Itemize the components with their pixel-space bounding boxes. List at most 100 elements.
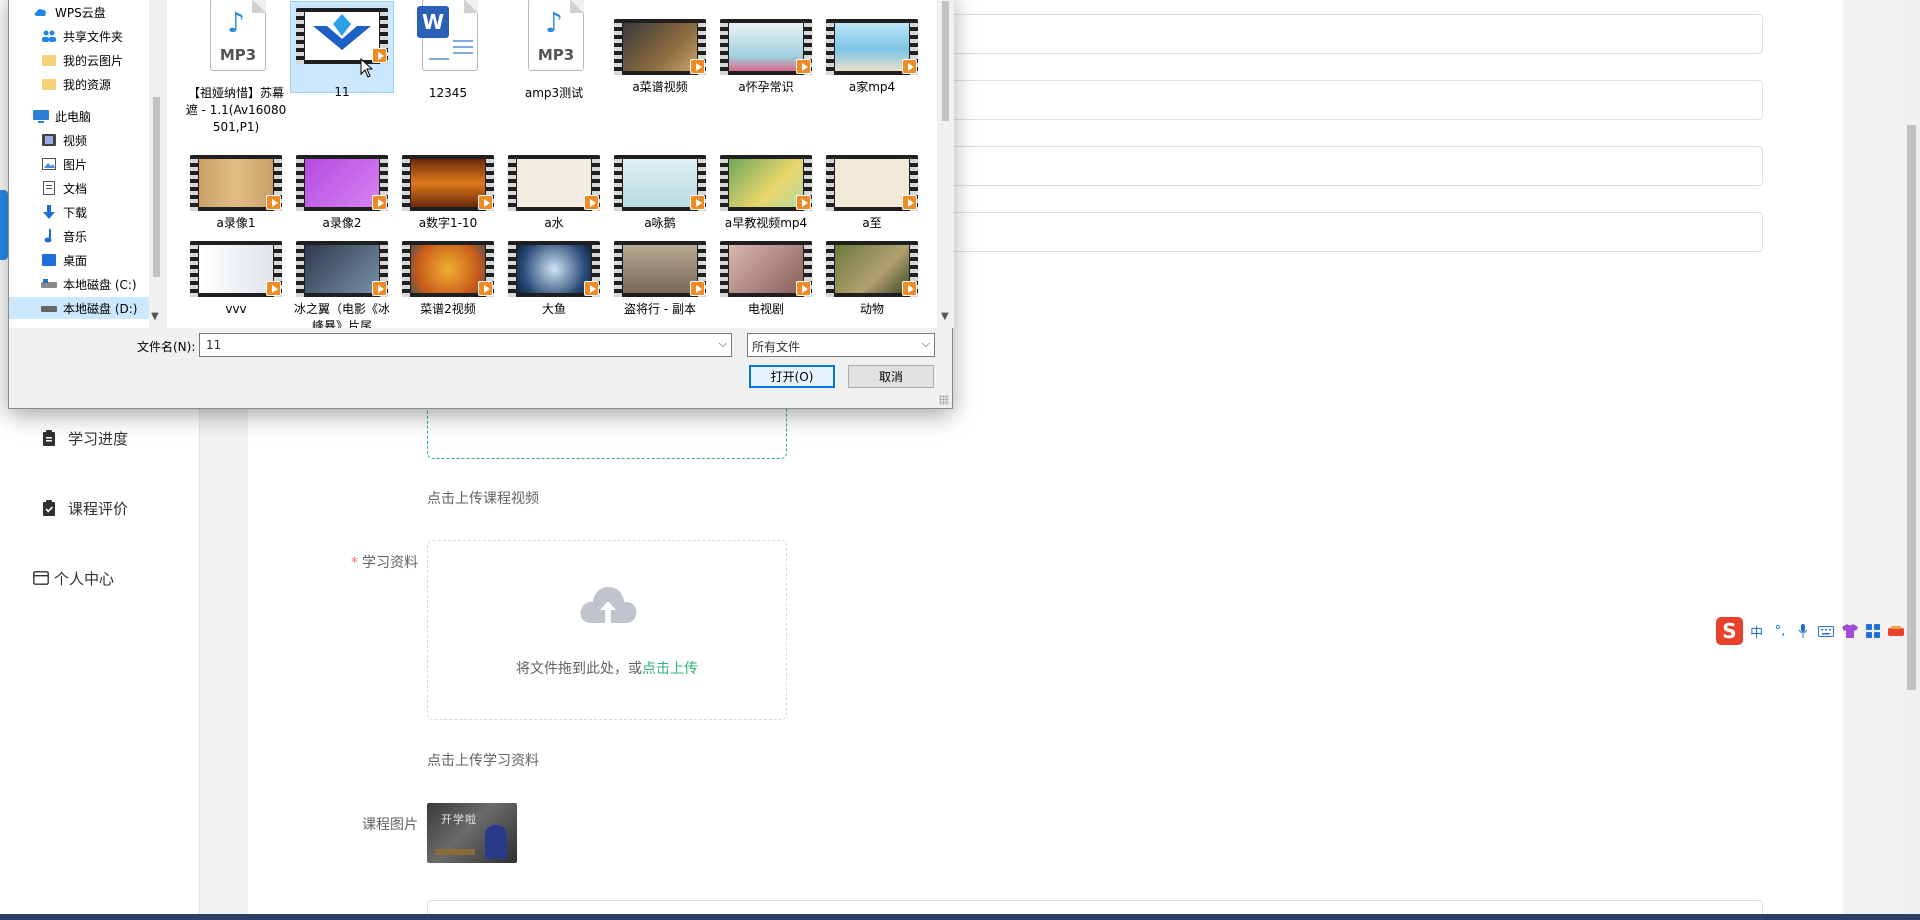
computer-icon [33, 109, 49, 123]
nav-item-wps-cloud[interactable]: WPS云盘 [33, 1, 106, 23]
file-name: a录像1 [216, 216, 256, 230]
sidebar-item-learning-progress[interactable]: 学习进度 [0, 418, 200, 458]
nav-item-documents[interactable]: 文档 [41, 177, 87, 199]
video-thumbnail [296, 155, 388, 211]
page-scrollbar[interactable] [1903, 0, 1920, 914]
mp3-file-icon: ♪ MP3 [528, 0, 584, 71]
video-upload-hint: 点击上传课程视频 [427, 491, 539, 507]
file-item-video[interactable]: a咏鹅 [608, 155, 712, 232]
course-image-label: 课程图片 [362, 817, 418, 833]
file-item-word[interactable]: W 12345 [396, 0, 500, 102]
sidebar-item-course-evaluation[interactable]: 课程评价 [0, 488, 200, 528]
shirt-icon[interactable] [1840, 621, 1859, 641]
video-thumbnail [402, 155, 494, 211]
video-thumbnail [508, 241, 600, 297]
video-thumbnail [720, 241, 812, 297]
nav-scrollbar-thumb[interactable] [153, 97, 160, 277]
download-icon [41, 205, 57, 219]
nav-item-label: 桌面 [63, 253, 88, 268]
file-item-video[interactable]: 冰之翼（电影《冰峰暴》片尾 [290, 241, 394, 328]
nav-item-desktop[interactable]: 桌面 [41, 249, 87, 271]
file-type-value: 所有文件 [752, 340, 801, 354]
file-item-video[interactable]: 盗将行 - 副本 [608, 241, 712, 318]
nav-item-my-cloud-pictures[interactable]: 我的云图片 [41, 49, 123, 71]
file-item-selected[interactable]: 11 [290, 1, 394, 99]
file-item-video[interactable]: a早教视频mp4 [714, 155, 818, 232]
mic-icon[interactable] [1794, 621, 1813, 641]
file-type-select[interactable]: 所有文件 ⌵ [747, 333, 935, 357]
file-name: 大鱼 [541, 302, 566, 316]
nav-item-local-disk-d[interactable]: 本地磁盘 (D:) [9, 297, 149, 319]
chevron-down-icon[interactable]: ⌵ [719, 337, 727, 351]
file-item-mp3[interactable]: ♪ MP3 【祖娅纳惜】苏幕遮 - 1.1(Av16080501,P1) [184, 0, 288, 136]
clipboard-icon [40, 429, 58, 447]
upload-link[interactable]: 点击上传 [642, 661, 698, 677]
material-label: * 学习资料 [248, 552, 418, 572]
file-item-video[interactable]: a数字1-10 [396, 155, 500, 232]
file-name: 盗将行 - 副本 [624, 302, 696, 316]
chevron-down-icon[interactable]: ▼ [941, 311, 949, 322]
file-name: a至 [862, 216, 882, 230]
resize-grip[interactable] [939, 395, 949, 405]
nav-item-label: 音乐 [63, 229, 88, 244]
filename-input[interactable]: 11 ⌵ [199, 333, 732, 357]
users-icon [41, 29, 57, 43]
file-list-view: ♪ MP3 【祖娅纳惜】苏幕遮 - 1.1(Av16080501,P1) 11 W… [167, 0, 954, 328]
file-item-video[interactable]: a怀孕常识 [714, 19, 818, 96]
chevron-down-icon[interactable]: ▼ [151, 311, 159, 322]
open-button[interactable]: 打开(O) [749, 365, 835, 388]
file-item-video[interactable]: 动物 [820, 241, 924, 318]
mouse-cursor-icon [360, 57, 374, 82]
nav-item-local-disk-c[interactable]: 本地磁盘 (C:) [41, 273, 137, 295]
file-item-video[interactable]: a家mp4 [820, 19, 924, 96]
file-scrollbar-thumb[interactable] [942, 1, 949, 121]
nav-item-label: 下载 [63, 205, 88, 220]
picture-icon [41, 157, 57, 171]
nav-item-label: 共享文件夹 [63, 29, 124, 44]
file-item-mp3-test[interactable]: ♪ MP3 amp3测试 [502, 0, 606, 102]
file-item-video[interactable]: 电视剧 [714, 241, 818, 318]
nav-item-pictures[interactable]: 图片 [41, 153, 87, 175]
material-upload-dropzone[interactable]: 将文件拖到此处，或点击上传 [427, 540, 787, 720]
nav-item-this-pc[interactable]: 此电脑 [33, 105, 91, 127]
image-desk [435, 849, 475, 855]
file-name: 动物 [859, 302, 884, 316]
course-image-thumbnail[interactable]: 开学啦 [427, 803, 517, 863]
apps-icon[interactable] [1863, 621, 1882, 641]
nav-item-videos[interactable]: 视频 [41, 129, 87, 151]
drive-icon [41, 301, 57, 315]
file-item-video[interactable]: vvv [184, 241, 288, 318]
sidebar-item-label: 学习进度 [68, 429, 129, 448]
file-item-video[interactable]: a录像2 [290, 155, 394, 232]
file-item-video[interactable]: a菜谱视频 [608, 19, 712, 96]
file-list-scrollbar[interactable]: ▼ [937, 0, 954, 328]
nav-item-my-resources[interactable]: 我的资源 [41, 73, 111, 95]
taskbar-edge [0, 914, 1920, 920]
sidebar-item-personal-center[interactable]: 个人中心 [0, 558, 200, 598]
nav-item-label: 本地磁盘 (D:) [63, 301, 138, 316]
file-item-video[interactable]: a录像1 [184, 155, 288, 232]
chinese-mode-icon[interactable]: 中 [1747, 621, 1766, 641]
keyboard-icon[interactable] [1817, 621, 1836, 641]
nav-pane-scrollbar[interactable]: ▼ [149, 0, 164, 328]
page-scrollbar-thumb[interactable] [1907, 125, 1916, 690]
chevron-down-icon[interactable]: ⌵ [922, 337, 930, 351]
file-item-video[interactable]: 大鱼 [502, 241, 606, 318]
required-mark: * [351, 555, 358, 571]
tool-icon[interactable] [1887, 621, 1906, 641]
file-name: a菜谱视频 [632, 80, 688, 94]
file-item-video[interactable]: 菜谱2视频 [396, 241, 500, 318]
video-thumbnail [826, 241, 918, 297]
punctuation-icon[interactable]: °, [1770, 621, 1789, 641]
file-item-video[interactable]: a至 [820, 155, 924, 232]
nav-item-shared-folder[interactable]: 共享文件夹 [41, 25, 123, 47]
video-icon [41, 133, 57, 147]
video-thumbnail [508, 155, 600, 211]
navigation-pane: WPS云盘 共享文件夹 我的云图片 我的资源 此电脑 视频 图片 文档 下载 音… [9, 0, 164, 328]
sogou-logo-icon[interactable]: S [1716, 617, 1743, 645]
video-thumbnail [720, 155, 812, 211]
nav-item-music[interactable]: 音乐 [41, 225, 87, 247]
file-item-video[interactable]: a水 [502, 155, 606, 232]
cancel-button[interactable]: 取消 [848, 365, 934, 388]
nav-item-downloads[interactable]: 下载 [41, 201, 87, 223]
